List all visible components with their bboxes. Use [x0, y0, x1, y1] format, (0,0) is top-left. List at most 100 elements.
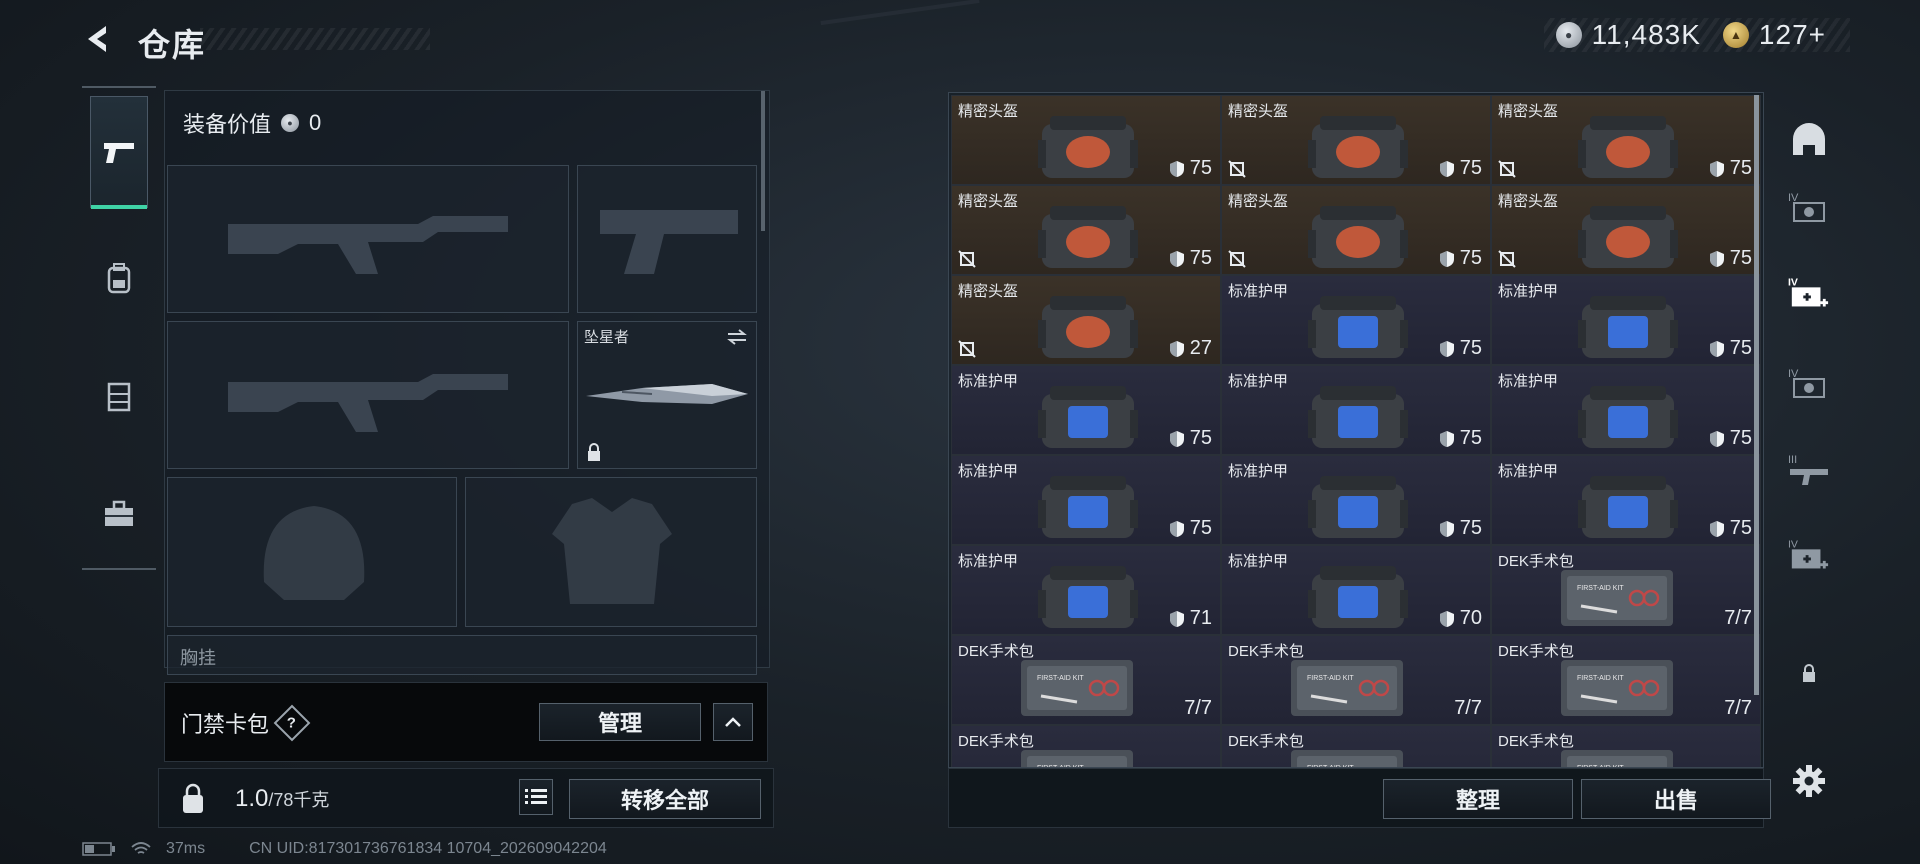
filter-iv-medkit-add[interactable]: IV	[1788, 274, 1830, 316]
collapse-button[interactable]	[713, 703, 753, 741]
settings-button[interactable]	[1788, 760, 1830, 802]
item-value: 75	[1709, 247, 1752, 270]
durability-shield-icon	[1439, 520, 1454, 537]
nav-weapon[interactable]	[90, 96, 148, 209]
inventory-item-medkit[interactable]: DEK手术包 FIRST-AID KIT 7/7	[1491, 545, 1761, 635]
sort-button[interactable]: 整理	[1383, 779, 1573, 819]
durability-shield-icon	[1439, 340, 1454, 357]
armor-bag-icon	[1038, 566, 1138, 628]
grid-scrollbar[interactable]	[1754, 95, 1759, 695]
chest-rig-slot[interactable]: 胸挂	[167, 635, 757, 675]
inventory-item-armor[interactable]: 标准护甲 75	[1491, 455, 1761, 545]
unbound-icon	[1228, 250, 1246, 268]
weight-capacity: /78千克	[268, 790, 330, 810]
card-pack-label: 门禁卡包	[181, 712, 270, 737]
battery-icon	[82, 842, 115, 856]
durability-shield-icon	[1439, 430, 1454, 447]
unbound-icon	[1498, 160, 1516, 178]
item-value-text: 75	[1189, 427, 1212, 449]
inventory-item-helmet[interactable]: 精密头盔 75	[1221, 185, 1491, 275]
item-value-text: 7/7	[1184, 697, 1212, 719]
gold-coin-icon: ▲	[1722, 22, 1749, 48]
item-value-text: 7/7	[1724, 607, 1752, 629]
nav-chest-rig[interactable]	[90, 340, 148, 452]
item-name: 精密头盔	[1228, 193, 1289, 210]
filter-iv-armor-2[interactable]: IV	[1788, 364, 1830, 406]
capacity-bar: 1.0/78千克 转移全部	[158, 768, 774, 828]
durability-shield-icon	[1169, 430, 1184, 447]
melee-slot[interactable]: 坠星者	[577, 321, 757, 469]
item-name: DEK手术包	[1498, 643, 1574, 660]
item-value-text: 7/7	[1724, 697, 1752, 719]
inventory-item-medkit[interactable]: DEK手术包 FIRST-AID KIT 7/7	[951, 635, 1221, 725]
inventory-item-medkit[interactable]: DEK手术包FIRST-AID KIT	[1491, 725, 1761, 767]
inventory-item-medkit[interactable]: DEK手术包 FIRST-AID KIT 7/7	[1491, 635, 1761, 725]
inventory-item-helmet[interactable]: 精密头盔 75	[1491, 95, 1761, 185]
item-value: 75	[1439, 247, 1482, 270]
secondary-rifle-slot[interactable]	[167, 321, 569, 469]
uid-readout: CN UID:817301736761834 10704_20260904220…	[249, 840, 607, 857]
inventory-item-armor[interactable]: 标准护甲 75	[1221, 455, 1491, 545]
item-value: 71	[1169, 607, 1212, 630]
sell-button[interactable]: 出售	[1581, 779, 1771, 819]
inventory-item-armor[interactable]: 标准护甲 75	[1221, 275, 1491, 365]
silver-coin-icon: ●	[281, 114, 300, 132]
filter-iv-medkit[interactable]: IV	[1788, 536, 1830, 578]
manage-button[interactable]: 管理	[539, 703, 701, 741]
inventory-item-armor[interactable]: 标准护甲 70	[1221, 545, 1491, 635]
unbound-icon	[958, 340, 976, 358]
unbound-icon	[1498, 250, 1516, 268]
inventory-item-helmet[interactable]: 精密头盔 27	[951, 275, 1221, 365]
help-icon[interactable]: ?	[273, 704, 311, 742]
filter-iv-armor[interactable]: IV	[1788, 188, 1830, 230]
inventory-item-helmet[interactable]: 精密头盔 75	[1221, 95, 1491, 185]
inventory-item-medkit[interactable]: DEK手术包 FIRST-AID KIT 7/7	[1221, 635, 1491, 725]
nav-toolbox[interactable]	[90, 458, 148, 570]
iv-medkit-add-icon: IV	[1788, 276, 1829, 307]
inventory-item-helmet[interactable]: 精密头盔 75	[951, 185, 1221, 275]
back-button[interactable]	[82, 22, 116, 56]
inventory-item-armor[interactable]: 标准护甲 71	[951, 545, 1221, 635]
inventory-item-armor[interactable]: 标准护甲 75	[951, 365, 1221, 455]
item-value: 75	[1439, 337, 1482, 360]
item-name: DEK手术包	[958, 643, 1034, 660]
equipment-value-label: 装备价值	[183, 112, 272, 137]
armor-bag-icon	[1578, 476, 1678, 538]
swap-icon[interactable]	[726, 328, 748, 346]
svg-text:FIRST-AID KIT: FIRST-AID KIT	[1037, 675, 1084, 682]
lock-filter-button[interactable]	[1788, 652, 1830, 694]
armor-bag-icon	[1038, 386, 1138, 448]
backpack-lock-icon	[183, 783, 203, 813]
filter-iii-rifle[interactable]: III	[1788, 450, 1830, 492]
primary-weapon-slot[interactable]	[167, 165, 569, 313]
inventory-item-armor[interactable]: 标准护甲 75	[951, 455, 1221, 545]
item-name: DEK手术包	[1498, 553, 1574, 570]
unbound-icon	[1228, 160, 1246, 178]
inventory-item-medkit[interactable]: DEK手术包FIRST-AID KIT	[951, 725, 1221, 767]
durability-shield-icon	[1169, 250, 1184, 267]
transfer-all-button[interactable]: 转移全部	[569, 779, 761, 819]
inventory-item-armor[interactable]: 标准护甲 75	[1221, 365, 1491, 455]
item-value-text: 75	[1729, 337, 1752, 359]
equipment-scrollbar[interactable]	[761, 91, 765, 231]
helmet-slot[interactable]	[167, 477, 457, 627]
inventory-item-helmet[interactable]: 精密头盔 75	[951, 95, 1221, 185]
inventory-item-medkit[interactable]: DEK手术包FIRST-AID KIT	[1221, 725, 1491, 767]
helmet-bag-icon	[1038, 296, 1138, 358]
knife-icon	[586, 384, 748, 404]
filter-helmet[interactable]	[1788, 118, 1830, 160]
status-bar: 37ms CN UID:817301736761834 10704_202609…	[82, 840, 607, 858]
help-icon-glyph: ?	[287, 714, 297, 732]
item-name: 标准护甲	[1228, 463, 1289, 480]
equipment-value: 装备价值 ● 0	[183, 107, 321, 139]
durability-shield-icon	[1709, 340, 1724, 357]
inventory-item-armor[interactable]: 标准护甲 75	[1491, 365, 1761, 455]
nav-backpack[interactable]	[90, 222, 148, 334]
secondary-weapon-slot[interactable]	[577, 165, 757, 313]
armor-slot[interactable]	[465, 477, 757, 627]
item-value-text: 75	[1729, 247, 1752, 269]
inventory-item-armor[interactable]: 标准护甲 75	[1491, 275, 1761, 365]
inventory-item-helmet[interactable]: 精密头盔 75	[1491, 185, 1761, 275]
list-view-button[interactable]	[519, 779, 553, 815]
item-name: 精密头盔	[958, 103, 1019, 120]
